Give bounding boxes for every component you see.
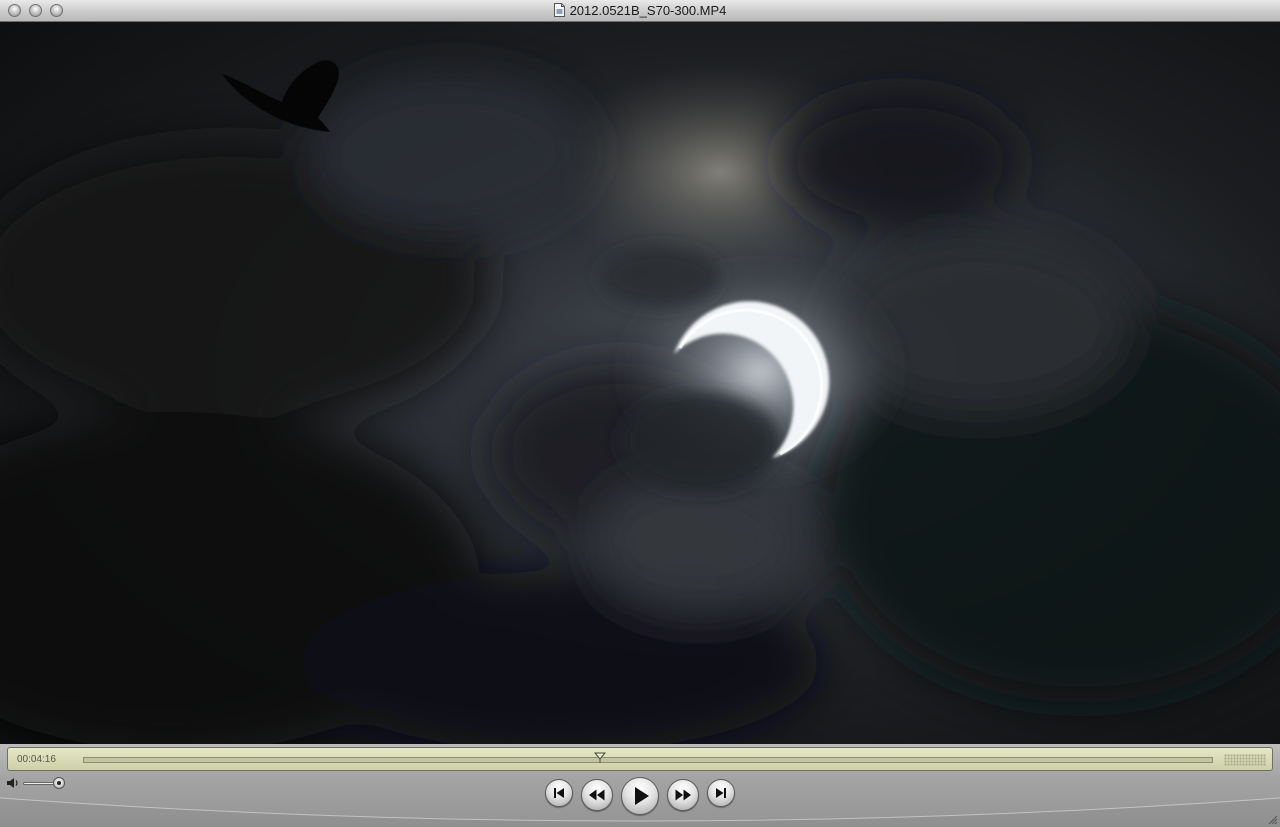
playback-controller: 00:04:16 [0, 744, 1280, 827]
resize-grip-icon[interactable] [1267, 814, 1278, 825]
title-bar[interactable]: 2012.0521B_S70-300.MP4 [0, 0, 1280, 22]
window-title: 2012.0521B_S70-300.MP4 [569, 3, 727, 18]
document-icon[interactable] [553, 3, 565, 17]
timeline-display: 00:04:16 [7, 747, 1273, 771]
controller-base-curve [0, 797, 1280, 827]
playhead-icon[interactable] [594, 752, 606, 763]
timeline-scrubber[interactable] [83, 757, 1213, 763]
window-title-container: 2012.0521B_S70-300.MP4 [0, 3, 1280, 18]
video-frame[interactable] [0, 22, 1280, 744]
speaker-icon[interactable] [6, 777, 20, 789]
lcd-grip [1224, 754, 1266, 766]
video-image [0, 22, 1280, 744]
quicktime-player-window: 2012.0521B_S70-300.MP4 00:04:16 [0, 0, 1280, 827]
current-time: 00:04:16 [17, 754, 56, 765]
volume-knob[interactable] [52, 777, 65, 789]
